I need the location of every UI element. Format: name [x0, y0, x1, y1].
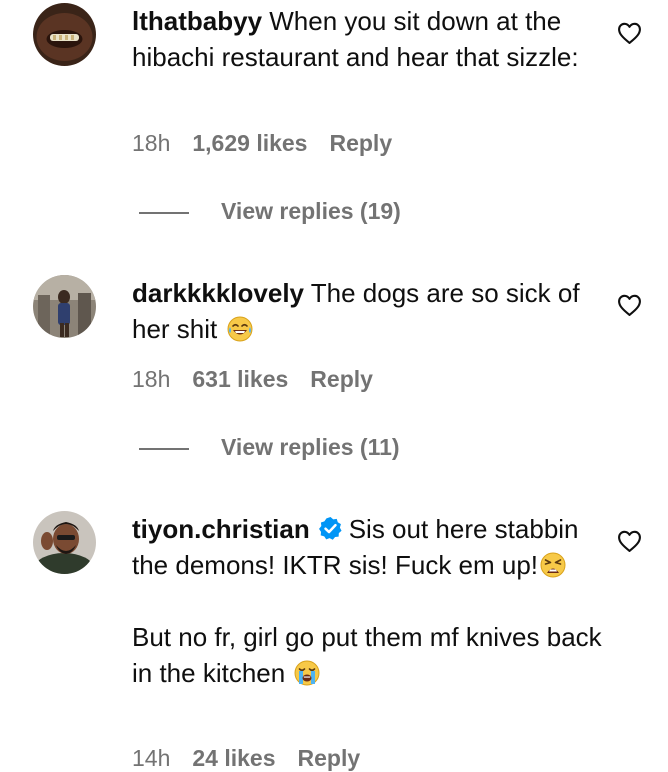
avatar[interactable]: [33, 275, 96, 338]
loudly-crying-face-icon: [294, 660, 320, 686]
comment-time: 18h: [132, 130, 171, 156]
comment-body: tiyon.christian Sis out here stabbin the …: [132, 511, 602, 691]
heart-outline-icon[interactable]: [617, 21, 642, 45]
comment-meta: 18h 631 likes Reply: [132, 366, 395, 393]
reply-button[interactable]: Reply: [329, 130, 392, 156]
comment-username[interactable]: tiyon.christian: [132, 514, 310, 544]
comment-likes[interactable]: 1,629 likes: [192, 130, 307, 156]
weary-face-icon: [540, 552, 566, 578]
avatar[interactable]: [33, 3, 96, 66]
comment-username[interactable]: lthatbabyy: [132, 6, 262, 36]
reply-button[interactable]: Reply: [310, 366, 373, 392]
comment-likes[interactable]: 631 likes: [192, 366, 288, 392]
comment-body: darkkkklovely The dogs are so sick of he…: [132, 275, 602, 347]
comment-username[interactable]: darkkkklovely: [132, 278, 304, 308]
verified-badge-icon: [318, 517, 342, 540]
replies-divider: [139, 212, 189, 214]
comment-meta: 18h 1,629 likes Reply: [132, 130, 414, 157]
avatar[interactable]: [33, 511, 96, 574]
replies-divider: [139, 448, 189, 450]
view-replies-button[interactable]: View replies (11): [221, 434, 400, 461]
comment-likes[interactable]: 24 likes: [192, 745, 275, 771]
comment-text-continued: But no fr, girl go put them mf knives ba…: [132, 622, 609, 688]
heart-outline-icon[interactable]: [617, 529, 642, 553]
comment-time: 18h: [132, 366, 171, 392]
comment-time: 14h: [132, 745, 171, 771]
heart-outline-icon[interactable]: [617, 293, 642, 317]
view-replies-button[interactable]: View replies (19): [221, 198, 401, 225]
reply-button[interactable]: Reply: [298, 745, 361, 771]
comment-body: lthatbabyy When you sit down at the hiba…: [132, 3, 602, 75]
face-with-tears-of-joy-icon: [227, 316, 252, 342]
